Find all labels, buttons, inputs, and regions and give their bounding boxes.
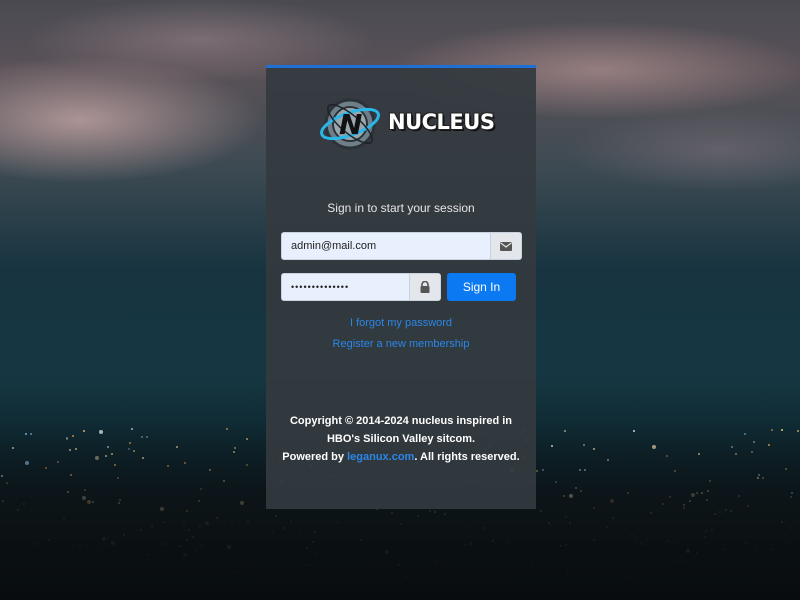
powered-by-label: Powered by: [282, 451, 345, 463]
password-input[interactable]: [282, 274, 410, 300]
login-panel: N NUCLEUS Sign in to start your session …: [266, 65, 536, 509]
register-link[interactable]: Register a new membership: [266, 338, 536, 350]
email-input[interactable]: [282, 233, 491, 259]
password-field[interactable]: [281, 273, 441, 301]
copyright-line-2: HBO's Silicon Valley sitcom.: [326, 433, 476, 445]
login-box-message: Sign in to start your session: [327, 201, 475, 215]
forgot-password-link[interactable]: I forgot my password: [266, 317, 536, 329]
copyright-line-1: Copyright © 2014-2024 nucleus inspired i…: [289, 415, 513, 427]
sign-in-button[interactable]: Sign In: [447, 273, 516, 301]
nucleus-logo: N NUCLEUS: [320, 90, 495, 156]
leganux-link[interactable]: leganux.com: [347, 451, 414, 463]
logo-text: NUCLEUS: [388, 110, 495, 134]
email-field[interactable]: [281, 232, 522, 260]
rights-text: . All rights reserved.: [414, 451, 520, 463]
envelope-icon: [490, 233, 521, 259]
svg-text:N: N: [339, 108, 362, 141]
footer: Copyright © 2014-2024 nucleus inspired i…: [266, 412, 536, 466]
lock-icon: [409, 274, 440, 300]
